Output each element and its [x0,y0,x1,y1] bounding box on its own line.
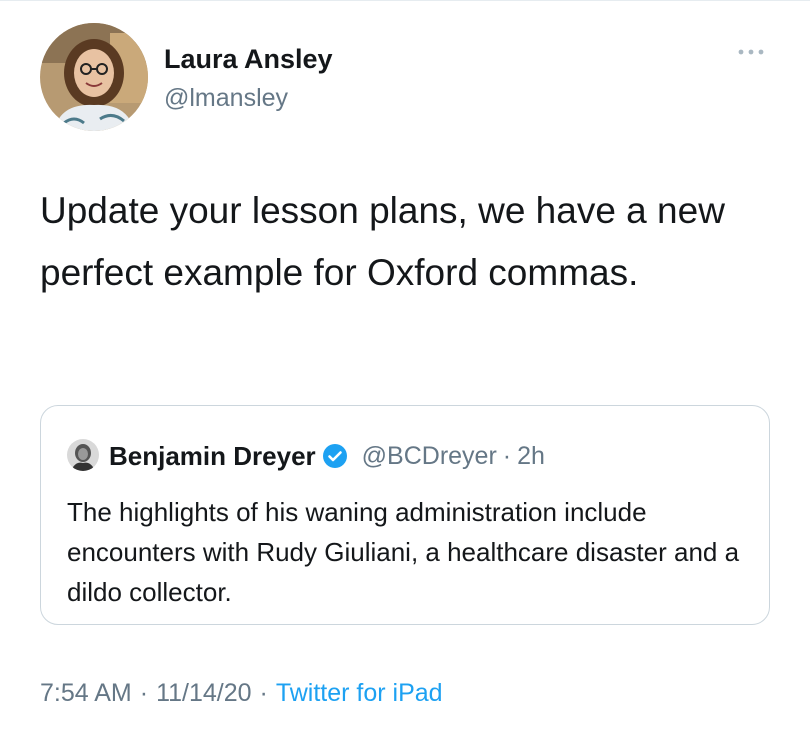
quoted-tweet-time[interactable]: 2h [517,442,545,471]
tweet-source-link[interactable]: Twitter for iPad [276,679,443,708]
author-handle[interactable]: @lmansley [164,84,288,113]
quoted-author-handle[interactable]: @BCDreyer [362,442,497,471]
quoted-tweet-text: The highlights of his waning administrat… [67,497,740,607]
quoted-tweet-header: Benjamin Dreyer @BCDreyer · 2h [109,438,545,474]
quoted-author-avatar-image [67,439,99,471]
quoted-author-avatar[interactable] [67,439,99,471]
author-name[interactable]: Laura Ansley [164,44,333,75]
author-avatar-image [40,23,148,131]
tweet-time[interactable]: 7:54 AM [40,679,132,708]
more-options-button[interactable] [734,40,768,64]
quoted-header-separator: · [502,441,512,470]
tweet-date[interactable]: 11/14/20 [156,679,251,708]
quoted-author-name[interactable]: Benjamin Dreyer [109,441,316,472]
quoted-tweet-card[interactable]: Benjamin Dreyer @BCDreyer · 2h The highl… [40,405,770,625]
meta-separator: · [139,678,149,707]
top-divider [0,0,810,1]
verified-badge-icon [322,444,347,468]
tweet-text: Update your lesson plans, we have a new … [40,190,725,293]
tweet-metadata: 7:54 AM · 11/14/20 · Twitter for iPad [40,675,443,711]
ellipsis-icon [738,49,764,55]
meta-separator: · [259,678,268,707]
author-avatar[interactable] [40,23,148,131]
